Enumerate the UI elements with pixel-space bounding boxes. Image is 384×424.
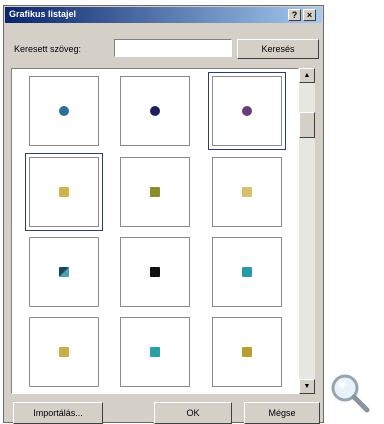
bullet-option[interactable] <box>120 157 190 227</box>
vertical-scrollbar[interactable]: ▲ ▼ <box>299 68 315 394</box>
round-bullet-icon <box>242 106 252 116</box>
bullet-picker-dialog: Grafikus listajel ? × Keresett szöveg: K… <box>3 5 324 424</box>
help-button[interactable]: ? <box>288 9 301 21</box>
bullet-option[interactable] <box>120 317 190 387</box>
search-button[interactable]: Keresés <box>237 39 319 59</box>
round-bullet-icon <box>150 106 160 116</box>
bullet-grid <box>11 68 299 394</box>
bullet-option[interactable] <box>120 237 190 307</box>
round-bullet-icon <box>59 106 69 116</box>
title-bar[interactable]: Grafikus listajel ? × <box>5 7 322 23</box>
scroll-up-arrow-icon[interactable]: ▲ <box>299 68 315 83</box>
square-bullet-icon <box>150 187 160 197</box>
square-bullet-icon <box>242 347 252 357</box>
square-bullet-icon <box>59 347 69 357</box>
ok-button[interactable]: OK <box>154 402 232 424</box>
search-input[interactable] <box>114 39 232 57</box>
square-bullet-icon <box>242 267 252 277</box>
bullet-option[interactable] <box>25 153 103 231</box>
bullet-option[interactable] <box>212 237 282 307</box>
dialog-title: Grafikus listajel <box>9 9 77 19</box>
import-button[interactable]: Importálás... <box>13 402 103 424</box>
scroll-thumb[interactable] <box>299 112 315 138</box>
square-bullet-icon <box>59 267 69 277</box>
search-label: Keresett szöveg: <box>14 44 82 54</box>
bullet-option[interactable] <box>120 76 190 146</box>
square-bullet-icon <box>150 347 160 357</box>
bullet-option[interactable] <box>212 157 282 227</box>
square-bullet-icon <box>59 187 69 197</box>
square-bullet-icon <box>150 267 160 277</box>
close-button[interactable]: × <box>303 9 316 21</box>
cancel-button[interactable]: Mégse <box>244 402 320 424</box>
scroll-down-arrow-icon[interactable]: ▼ <box>299 379 315 394</box>
square-bullet-icon <box>242 187 252 197</box>
bullet-option[interactable] <box>208 72 286 150</box>
bullet-option[interactable] <box>212 317 282 387</box>
bullet-option[interactable] <box>29 76 99 146</box>
bullet-option[interactable] <box>29 237 99 307</box>
bullet-option[interactable] <box>29 317 99 387</box>
magnifier-icon[interactable] <box>328 371 372 415</box>
